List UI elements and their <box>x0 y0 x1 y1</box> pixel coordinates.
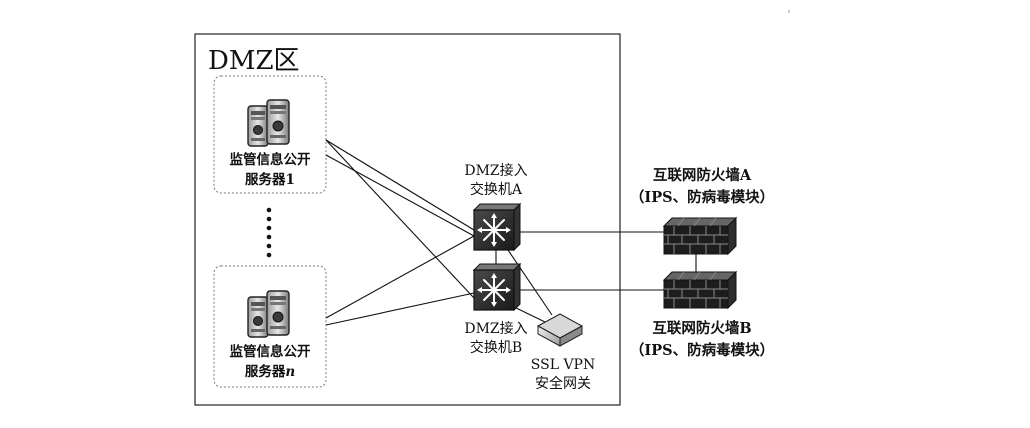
switchA-icon <box>473 203 521 251</box>
firewallB-label-line1: 互联网防火墙B <box>652 320 752 337</box>
switchB-icon <box>473 263 521 311</box>
servern-label-prefix: 服务器 <box>244 364 286 380</box>
vpn-label-line2: 安全网关 <box>535 376 591 392</box>
server1-label: 监管信息公开 服务器1 <box>214 150 326 190</box>
switchA-label-line2: 交换机A <box>469 182 523 198</box>
firewallA-label-line1: 互联网防火墙A <box>652 167 752 184</box>
firewallA-icon <box>663 217 737 255</box>
firewallB-label-line2: （IPS、防病毒模块） <box>629 342 775 359</box>
firewallB-label: 互联网防火墙B （IPS、防病毒模块） <box>606 318 798 362</box>
server1-icon <box>247 99 290 147</box>
ellipsis-dots-icon <box>266 207 272 258</box>
switchA-label-line1: DMZ接入 <box>464 163 528 179</box>
switchA-label: DMZ接入 交换机A <box>436 162 556 200</box>
servern-label-line2: 服务器n <box>214 362 326 382</box>
switchB-label: DMZ接入 交换机B <box>436 320 556 358</box>
servern-label-var: n <box>285 364 296 380</box>
servern-label-line1: 监管信息公开 <box>229 344 311 360</box>
vpn-label-line1: SSL VPN <box>530 357 596 373</box>
servern-icon <box>247 290 290 338</box>
vpn-label: SSL VPN 安全网关 <box>508 356 618 394</box>
firewallB-icon <box>663 271 737 309</box>
server1-label-line1: 监管信息公开 <box>229 152 311 168</box>
servern-label: 监管信息公开 服务器n <box>214 342 326 382</box>
link-servern-switchA <box>325 235 475 319</box>
switchB-label-line1: DMZ接入 <box>464 321 528 337</box>
server1-label-line2: 服务器1 <box>245 172 295 188</box>
firewallA-label: 互联网防火墙A （IPS、防病毒模块） <box>606 165 798 209</box>
firewallA-label-line2: （IPS、防病毒模块） <box>629 189 775 206</box>
dmz-zone-title: DMZ区 <box>208 46 300 76</box>
